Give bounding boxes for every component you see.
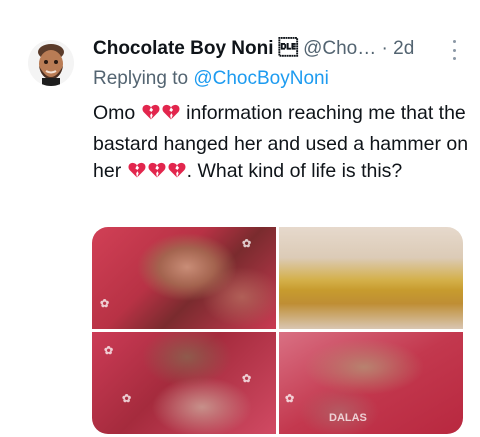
- avatar-memoji-icon: [28, 40, 74, 86]
- media-image-3[interactable]: ✿ ✿ ✿: [92, 332, 276, 434]
- replying-mention-link[interactable]: @ChocBoyNoni: [193, 68, 328, 89]
- tweet[interactable]: Chocolate Boy Noni  @Cho… · 2d Replying…: [0, 0, 480, 437]
- replying-to: Replying to @ChocBoyNoni: [93, 66, 329, 92]
- media-watermark: DALAS: [329, 412, 367, 424]
- tweet-header: Chocolate Boy Noni  @Cho… · 2d: [93, 36, 473, 62]
- media-image-4[interactable]: ✿ DALAS: [279, 332, 463, 434]
- display-name[interactable]: Chocolate Boy Noni: [93, 38, 274, 59]
- user-handle[interactable]: @Cho…: [303, 38, 376, 59]
- tweet-text-part1: Omo: [93, 102, 136, 124]
- broken-heart-icon: [147, 160, 167, 189]
- replying-prefix: Replying to: [93, 68, 189, 89]
- tweet-text: Omo information reaching me that the bas…: [93, 100, 473, 189]
- media-grid: ✿ ✿ ✿ ✿ ✿ ✿ DALAS: [92, 227, 463, 434]
- timestamp[interactable]: 2d: [393, 38, 414, 59]
- name-glyph: : [278, 38, 298, 59]
- broken-heart-icon: [141, 102, 161, 131]
- broken-heart-icon: [161, 102, 181, 131]
- tweet-text-part3: . What kind of life is this?: [186, 160, 403, 182]
- separator-dot: ·: [381, 38, 388, 59]
- avatar[interactable]: [28, 40, 74, 86]
- more-options-icon[interactable]: [450, 40, 458, 60]
- media-image-2[interactable]: [279, 227, 463, 329]
- broken-heart-icon: [167, 160, 187, 189]
- broken-heart-icon: [127, 160, 147, 189]
- media-image-1[interactable]: ✿ ✿: [92, 227, 276, 329]
